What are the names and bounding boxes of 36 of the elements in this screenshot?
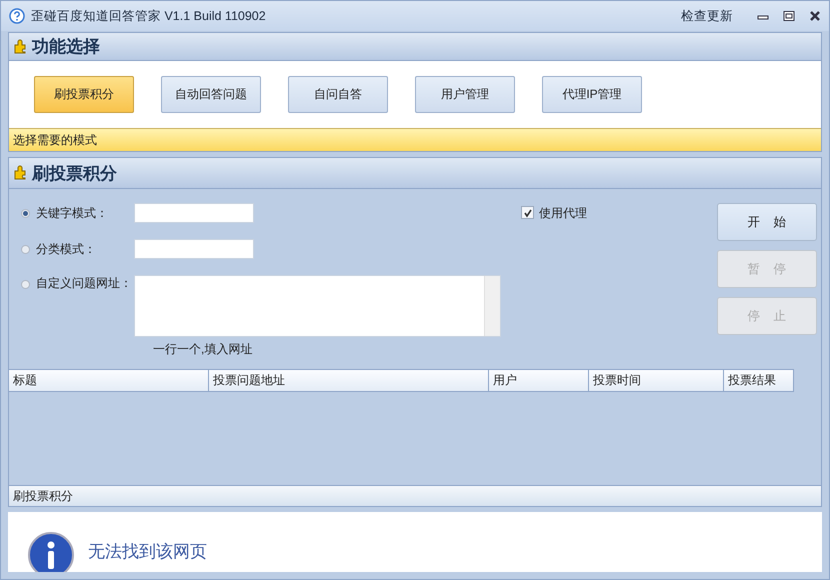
- close-icon[interactable]: [809, 10, 821, 22]
- hint-bar: 选择需要的模式: [9, 128, 821, 151]
- mode-button[interactable]: 刷投票积分: [34, 76, 134, 113]
- mode-label: 分类模式：: [36, 240, 97, 258]
- mode-button[interactable]: 自问自答: [288, 76, 388, 113]
- checkbox-label: 使用代理: [539, 205, 588, 222]
- maximize-icon[interactable]: [783, 10, 795, 22]
- textarea-hint: 一行一个,填入网址: [153, 341, 254, 358]
- puzzle-icon: [12, 165, 28, 181]
- status-bar: 刷投票积分: [9, 485, 821, 506]
- column-header[interactable]: 投票结果: [724, 370, 794, 391]
- url-textarea[interactable]: [134, 275, 501, 337]
- window-title: 歪碰百度知道回答管家 V1.1 Build 110902: [31, 8, 266, 24]
- mode-label: 自定义问题网址：: [36, 275, 133, 292]
- panel-title: 刷投票积分: [32, 162, 117, 184]
- error-message: 无法找到该网页: [88, 541, 207, 563]
- mode-button[interactable]: 代理IP管理: [542, 76, 642, 113]
- radio-button[interactable]: [21, 280, 30, 289]
- panel-title: 功能选择: [32, 36, 100, 58]
- column-header[interactable]: 用户: [489, 370, 589, 391]
- input-field[interactable]: [134, 239, 254, 259]
- checkbox[interactable]: [521, 206, 534, 219]
- action-button[interactable]: 开 始: [717, 203, 817, 241]
- column-header[interactable]: 投票问题地址: [209, 370, 489, 391]
- column-header[interactable]: 标题: [9, 370, 209, 391]
- check-update-link[interactable]: 检查更新: [681, 8, 733, 24]
- input-field[interactable]: [134, 203, 254, 223]
- column-header[interactable]: 投票时间: [589, 370, 724, 391]
- mode-button[interactable]: 自动回答问题: [161, 76, 261, 113]
- puzzle-icon: [12, 38, 28, 54]
- scrollbar[interactable]: [484, 276, 500, 336]
- radio-button[interactable]: [21, 208, 30, 218]
- mode-label: 关键字模式：: [36, 204, 109, 222]
- mode-button[interactable]: 用户管理: [415, 76, 515, 113]
- help-icon: [9, 8, 25, 24]
- radio-button[interactable]: [21, 244, 30, 254]
